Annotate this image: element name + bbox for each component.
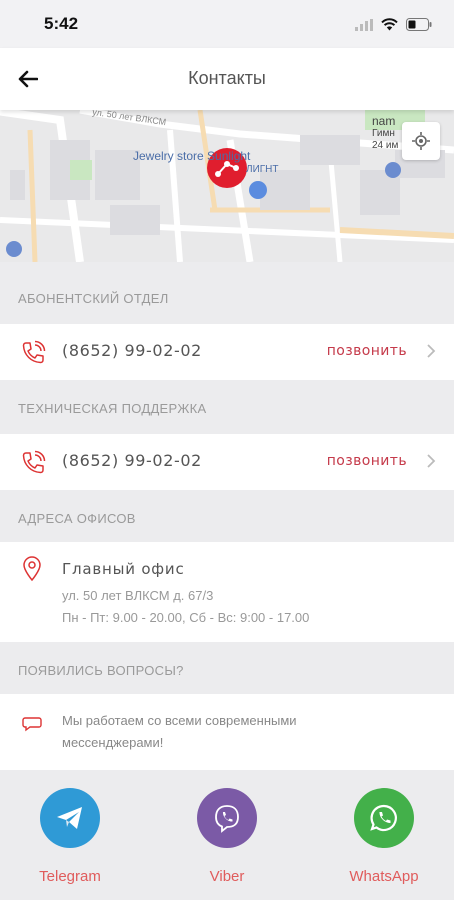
office-name: Главный офис <box>62 560 185 578</box>
questions-text: Мы работаем со всеми современными мессен… <box>62 713 297 750</box>
battery-icon <box>406 16 432 35</box>
whatsapp-label: WhatsApp <box>349 868 419 885</box>
support-call-button[interactable]: позвонить <box>327 453 407 469</box>
telegram-label: Telegram <box>39 868 101 885</box>
chat-bubble-icon <box>22 716 42 736</box>
subscriber-call-button[interactable]: позвонить <box>327 343 407 359</box>
map-label-24: 24 им <box>372 140 399 151</box>
telegram-icon <box>40 788 100 848</box>
chevron-right-icon <box>426 453 436 473</box>
section-support-header: ТЕХНИЧЕСКАЯ ПОДДЕРЖКА <box>18 400 207 416</box>
section-subscriber-header: АБОНЕНТСКИЙ ОТДЕЛ <box>18 290 169 306</box>
map-view[interactable]: ул. 50 лет ВЛКСМ Jewelry store Sunlight … <box>0 110 454 262</box>
page-title: Контакты <box>188 68 266 88</box>
signal-icon <box>355 16 373 35</box>
office-row[interactable]: Главный офис ул. 50 лет ВЛКСМ д. 67/3 Пн… <box>0 542 454 642</box>
app-header: Контакты <box>0 48 454 110</box>
location-target-icon <box>412 132 430 150</box>
wifi-icon <box>381 16 398 35</box>
map-label-gym: Гимн <box>372 128 395 139</box>
locate-button[interactable] <box>402 122 440 160</box>
phone-icon <box>20 450 46 480</box>
viber-icon <box>197 788 257 848</box>
whatsapp-button[interactable]: WhatsApp <box>324 788 444 885</box>
map-label-nam: nam <box>372 114 396 128</box>
office-hours: Пн - Пт: 9.00 - 20.00, Сб - Вс: 9:00 - 1… <box>62 610 310 625</box>
status-icons <box>355 16 432 35</box>
support-phone-number: (8652) 99-02-02 <box>62 451 202 470</box>
map-pin-icon <box>22 556 42 586</box>
whatsapp-icon <box>354 788 414 848</box>
subscriber-phone-row[interactable]: (8652) 99-02-02 позвонить <box>0 324 454 380</box>
support-phone-row[interactable]: (8652) 99-02-02 позвонить <box>0 434 454 490</box>
messengers-bar: Telegram Viber WhatsApp <box>0 770 454 900</box>
section-offices-header: АДРЕСА ОФИСОВ <box>18 510 136 526</box>
map-label-store-sub: ЛИГНТ <box>246 164 279 175</box>
telegram-button[interactable]: Telegram <box>10 788 130 885</box>
section-questions-header: ПОЯВИЛИСЬ ВОПРОСЫ? <box>18 662 184 678</box>
status-time: 5:42 <box>44 14 79 33</box>
office-address: ул. 50 лет ВЛКСМ д. 67/3 <box>62 588 214 603</box>
phone-icon <box>20 340 46 370</box>
subscriber-phone-number: (8652) 99-02-02 <box>62 341 202 360</box>
status-bar: 5:42 <box>0 0 454 48</box>
chevron-right-icon <box>426 343 436 363</box>
viber-button[interactable]: Viber <box>167 788 287 885</box>
viber-label: Viber <box>209 868 245 885</box>
map-label-store: Jewelry store Sunlight <box>133 149 251 163</box>
questions-row: Мы работаем со всеми современными мессен… <box>0 694 454 770</box>
